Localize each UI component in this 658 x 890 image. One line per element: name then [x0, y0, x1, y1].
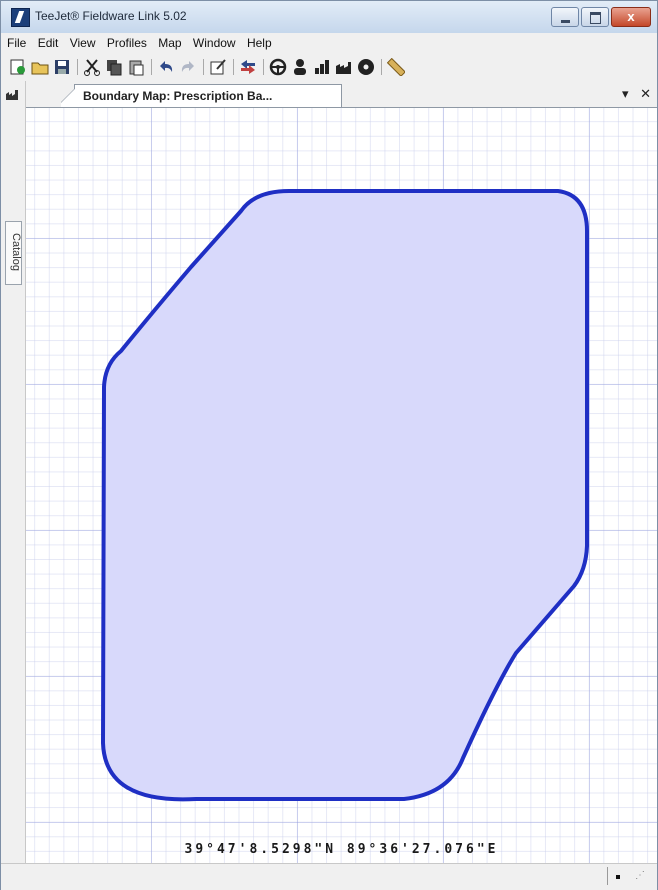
- factory-icon[interactable]: [335, 58, 353, 76]
- toolbar-separator: [381, 59, 382, 75]
- maximize-button[interactable]: [581, 7, 609, 27]
- menu-help[interactable]: Help: [243, 33, 276, 50]
- paste-icon[interactable]: [127, 58, 145, 76]
- field-boundary-polygon[interactable]: [101, 189, 589, 802]
- copy-icon[interactable]: [105, 58, 123, 76]
- teejet-logo-icon: [11, 8, 30, 27]
- menu-profiles[interactable]: Profiles: [103, 33, 151, 50]
- menu-view[interactable]: View: [66, 33, 100, 50]
- boundary-map-tab-label: Boundary Map: Prescription Ba...: [83, 89, 273, 103]
- window-title: TeeJet® Fieldware Link 5.02: [35, 9, 187, 23]
- menu-window[interactable]: Window: [189, 33, 240, 50]
- toolbar: [1, 53, 657, 82]
- disc-icon[interactable]: [357, 58, 375, 76]
- catalog-tab-label: Catalog: [10, 233, 22, 271]
- document-tab-strip: Boundary Map: Prescription Ba... ▾ ✕: [26, 81, 657, 108]
- undo-icon[interactable]: [157, 58, 175, 76]
- tab-dropdown-icon[interactable]: ▾: [622, 86, 629, 101]
- side-panel: Catalog: [1, 81, 26, 863]
- toolbar-separator: [151, 59, 152, 75]
- bar-chart-icon[interactable]: [313, 58, 331, 76]
- close-button[interactable]: x: [611, 7, 651, 27]
- save-icon[interactable]: [53, 58, 71, 76]
- catalog-panel-icon[interactable]: [5, 87, 21, 101]
- boundary-map-canvas[interactable]: 39°47'8.5298"N 89°36'27.076"E: [26, 108, 657, 863]
- import-export-icon[interactable]: [239, 58, 257, 76]
- resize-grip-icon[interactable]: ⋰: [635, 870, 645, 881]
- boundary-map-svg: [101, 189, 589, 802]
- new-icon[interactable]: [9, 58, 27, 76]
- menu-map[interactable]: Map: [154, 33, 185, 50]
- application-window: TeeJet® Fieldware Link 5.02 x File Edit …: [0, 0, 658, 890]
- boundary-map-tab[interactable]: Boundary Map: Prescription Ba...: [61, 84, 342, 107]
- steering-wheel-icon[interactable]: [269, 58, 287, 76]
- toolbar-separator: [77, 59, 78, 75]
- close-icon: x: [627, 9, 635, 24]
- toolbar-separator: [233, 59, 234, 75]
- tab-close-icon[interactable]: ✕: [640, 86, 651, 101]
- edit-icon[interactable]: [209, 58, 227, 76]
- menu-file[interactable]: File: [3, 33, 30, 50]
- person-icon[interactable]: [291, 58, 309, 76]
- status-bar: ⋰: [1, 863, 657, 890]
- cut-icon[interactable]: [83, 58, 101, 76]
- status-dot: [616, 875, 620, 879]
- open-folder-icon[interactable]: [31, 58, 49, 76]
- redo-icon[interactable]: [179, 58, 197, 76]
- cursor-coordinates: 39°47'8.5298"N 89°36'27.076"E: [184, 842, 499, 857]
- catalog-tab[interactable]: Catalog: [5, 221, 22, 285]
- minimize-button[interactable]: [551, 7, 579, 27]
- ruler-icon[interactable]: [386, 57, 406, 77]
- toolbar-separator: [263, 59, 264, 75]
- menu-bar: File Edit View Profiles Map Window Help: [1, 33, 657, 53]
- title-bar[interactable]: TeeJet® Fieldware Link 5.02 x: [1, 1, 657, 33]
- status-indicator: [607, 867, 626, 885]
- toolbar-separator: [203, 59, 204, 75]
- menu-edit[interactable]: Edit: [34, 33, 63, 50]
